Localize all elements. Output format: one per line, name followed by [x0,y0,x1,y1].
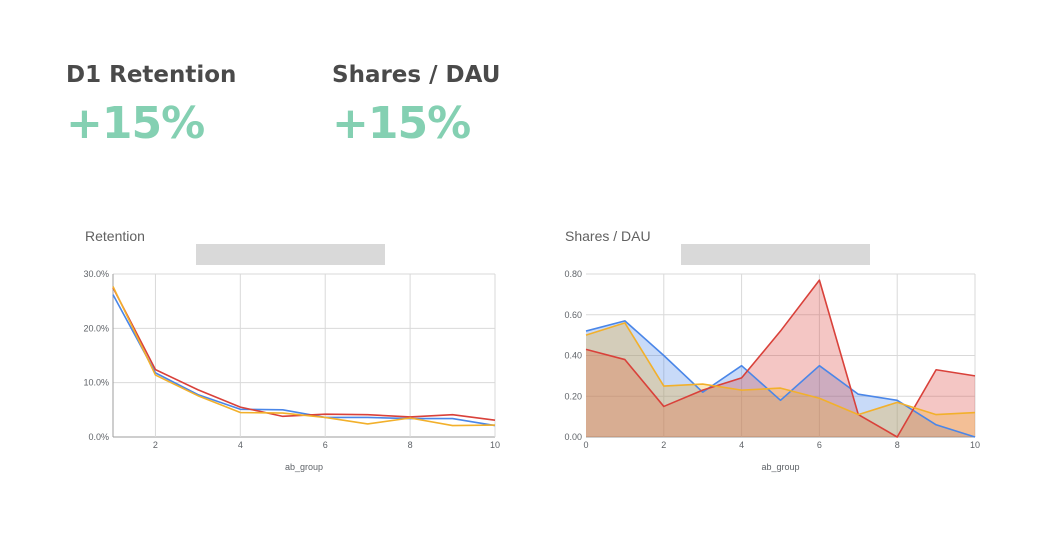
x-tick-label: 10 [970,440,980,450]
y-tick-label: 0.40 [564,351,582,361]
x-tick-label: 6 [817,440,822,450]
y-tick-label: 0.00 [564,432,582,442]
x-tick-label: 0 [583,440,588,450]
x-tick-label: 2 [661,440,666,450]
y-tick-label: 0.20 [564,391,582,401]
x-tick-label: 8 [895,440,900,450]
y-tick-label: 0.60 [564,310,582,320]
shares-dau-chart: 0.00 0.20 0.40 0.60 0.80 0 2 4 6 8 10 ab_group [564,269,980,472]
x-tick-label: 4 [739,440,744,450]
y-tick-label: 0.80 [564,269,582,279]
x-axis-label: ab_group [761,462,799,472]
